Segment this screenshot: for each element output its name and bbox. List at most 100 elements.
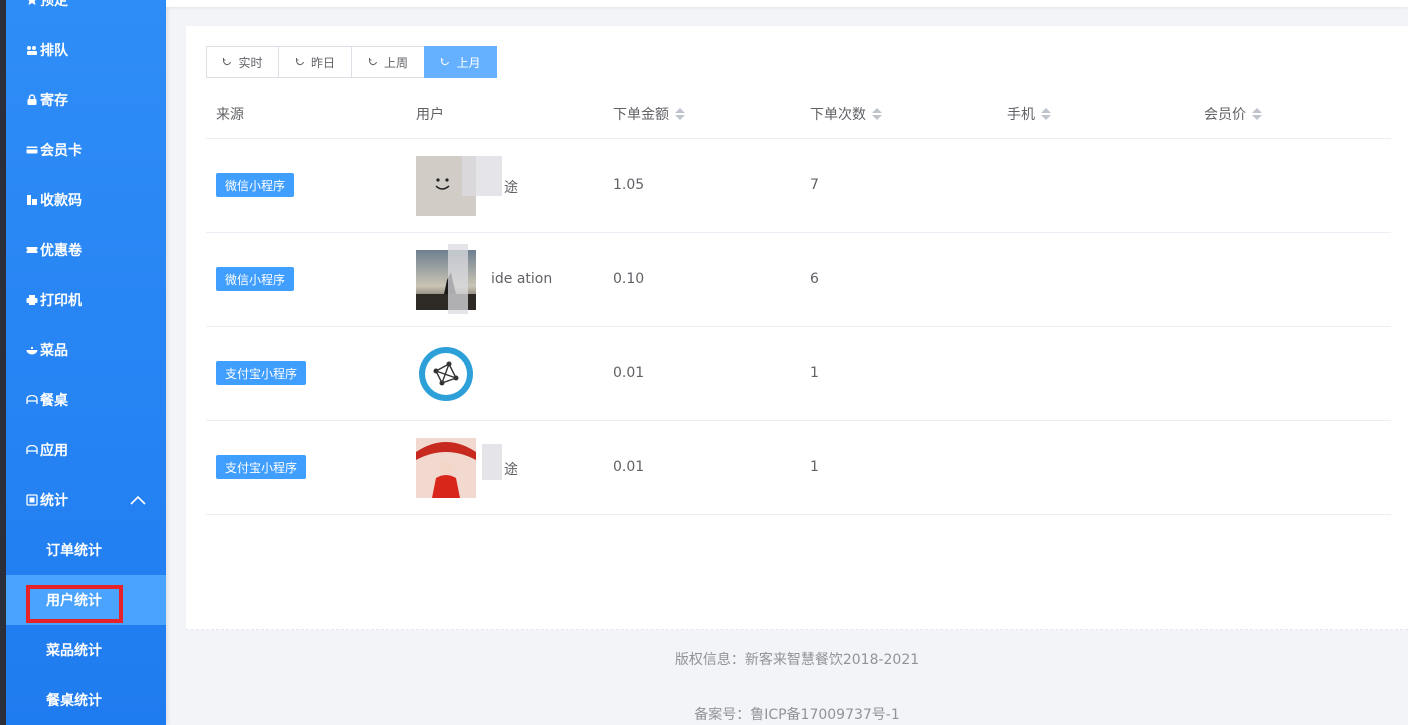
filter-label: 上周	[383, 55, 408, 70]
column-header-phone[interactable]: 手机	[1007, 104, 1051, 124]
sidebar-item-label: 寄存	[40, 93, 68, 109]
sidebar-item-label: 统计	[40, 493, 68, 509]
user-stats-panel: 实时 昨日 上周 上月 来源 用户 下单金额 下单次数 手机 会员价 微信小程序…	[186, 26, 1408, 630]
sidebar-item-label: 收款码	[40, 193, 82, 209]
order-amount: 0.01	[613, 365, 645, 381]
privacy-blur	[462, 156, 502, 196]
order-amount: 1.05	[613, 177, 645, 193]
refresh-icon	[295, 58, 304, 66]
refresh-icon	[223, 58, 232, 66]
row-divider	[206, 420, 1391, 421]
header-label: 下单金额	[613, 107, 669, 123]
sidebar-subitem-user-stats[interactable]: 用户统计	[6, 575, 166, 625]
column-header-amount[interactable]: 下单金额	[613, 104, 685, 124]
sidebar-item-label: 预定	[40, 0, 68, 9]
user-name: 途	[504, 462, 518, 478]
sort-icon[interactable]	[1252, 108, 1262, 120]
sidebar-item-label: 会员卡	[40, 143, 82, 159]
row-divider	[206, 326, 1391, 327]
sidebar-item-label: 餐桌	[40, 393, 68, 409]
sidebar-item-label: 排队	[40, 43, 68, 59]
dish-icon	[26, 344, 38, 356]
queue-icon	[26, 44, 38, 56]
sort-icon[interactable]	[872, 108, 882, 120]
copyright-text: 版权信息：新客来智慧餐饮2018-2021	[674, 652, 920, 668]
star-icon	[26, 0, 38, 6]
sidebar: 预定 排队 寄存 会员卡 收款码 优惠卷 打印机 菜品 餐桌 应用 统计 订单统…	[6, 0, 166, 725]
sidebar-subitem-label: 菜品统计	[46, 643, 102, 659]
sidebar-subitem-label: 订单统计	[46, 543, 102, 559]
filter-label: 上月	[456, 55, 481, 70]
user-name: 途	[504, 180, 518, 196]
sidebar-item-storage[interactable]: 寄存	[6, 75, 166, 125]
privacy-blur	[482, 444, 502, 480]
app-icon	[26, 444, 38, 456]
refresh-icon	[368, 58, 377, 66]
row-divider	[206, 232, 1391, 233]
sidebar-item-label: 应用	[40, 443, 68, 459]
sidebar-item-coupon[interactable]: 优惠卷	[6, 225, 166, 275]
column-header-source: 来源	[216, 104, 244, 124]
header-label: 来源	[216, 107, 244, 123]
ticket-icon	[26, 244, 38, 256]
sidebar-item-label: 菜品	[40, 343, 68, 359]
filter-realtime-button[interactable]: 实时	[206, 46, 279, 78]
column-header-member-price[interactable]: 会员价	[1204, 104, 1262, 124]
header-label: 下单次数	[810, 107, 866, 123]
header-label: 会员价	[1204, 107, 1246, 123]
user-name: ide ation	[491, 271, 553, 287]
filter-last-month-button[interactable]: 上月	[424, 46, 497, 78]
stats-icon	[26, 494, 38, 506]
source-tag: 支付宝小程序	[216, 361, 307, 385]
header-divider	[206, 138, 1391, 139]
filter-label: 昨日	[310, 55, 335, 70]
sidebar-item-reserve[interactable]: 预定	[6, 0, 166, 25]
top-header	[166, 0, 1408, 7]
order-amount: 0.10	[613, 271, 645, 287]
filter-last-week-button[interactable]: 上周	[351, 46, 425, 78]
chevron-up-icon[interactable]	[130, 493, 146, 507]
sidebar-item-stats[interactable]: 统计	[6, 475, 166, 525]
sidebar-subitem-table-stats[interactable]: 餐桌统计	[6, 675, 166, 725]
sidebar-item-member-card[interactable]: 会员卡	[6, 125, 166, 175]
time-range-filter: 实时 昨日 上周 上月	[206, 46, 497, 78]
sidebar-item-queue[interactable]: 排队	[6, 25, 166, 75]
order-count: 7	[810, 177, 819, 193]
order-count: 1	[810, 365, 819, 381]
sort-icon[interactable]	[1041, 108, 1051, 120]
header-label: 用户	[416, 107, 444, 123]
source-tag: 微信小程序	[216, 267, 295, 291]
row-divider	[206, 514, 1391, 515]
sidebar-item-tables[interactable]: 餐桌	[6, 375, 166, 425]
sidebar-item-dishes[interactable]: 菜品	[6, 325, 166, 375]
printer-icon	[26, 294, 38, 306]
filter-yesterday-button[interactable]: 昨日	[278, 46, 352, 78]
source-tag: 支付宝小程序	[216, 455, 307, 479]
order-amount: 0.01	[613, 459, 645, 475]
sidebar-item-printer[interactable]: 打印机	[6, 275, 166, 325]
avatar	[416, 344, 476, 404]
order-count: 6	[810, 271, 819, 287]
sidebar-subitem-label: 餐桌统计	[46, 693, 102, 709]
filter-label: 实时	[238, 55, 263, 70]
privacy-blur	[448, 244, 468, 314]
sidebar-item-payment-code[interactable]: 收款码	[6, 175, 166, 225]
header-label: 手机	[1007, 107, 1035, 123]
card-icon	[26, 144, 38, 156]
footer-divider	[186, 629, 1408, 630]
table-icon	[26, 394, 38, 406]
column-header-count[interactable]: 下单次数	[810, 104, 882, 124]
sidebar-subitem-dish-stats[interactable]: 菜品统计	[6, 625, 166, 675]
sidebar-subitem-order-stats[interactable]: 订单统计	[6, 525, 166, 575]
sidebar-item-apps[interactable]: 应用	[6, 425, 166, 475]
sidebar-item-label: 打印机	[40, 293, 82, 309]
source-tag: 微信小程序	[216, 173, 295, 197]
icp-text: 备案号：鲁ICP备17009737号-1	[694, 707, 900, 723]
qrcode-icon	[26, 194, 38, 206]
sidebar-item-label: 优惠卷	[40, 243, 82, 259]
lock-icon	[26, 94, 38, 106]
column-header-user: 用户	[416, 104, 444, 124]
avatar	[416, 438, 476, 498]
sort-icon[interactable]	[675, 108, 685, 120]
order-count: 1	[810, 459, 819, 475]
